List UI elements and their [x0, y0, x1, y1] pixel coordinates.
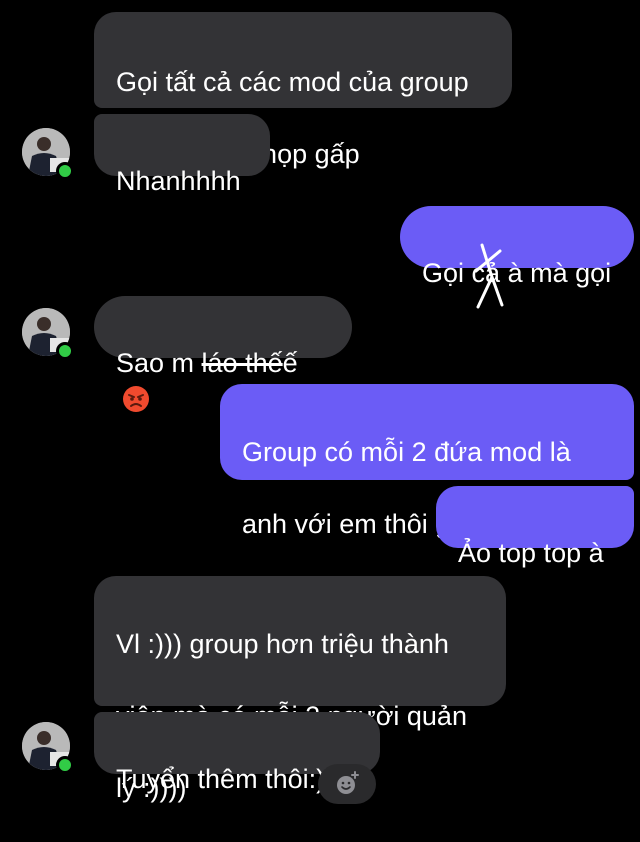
- message-text-line: Gọi tất cả các mod của group: [116, 67, 469, 97]
- sender-avatar[interactable]: [22, 128, 74, 180]
- message-incoming-1[interactable]: Gọi tất cả các mod của group BTDDL vào h…: [94, 12, 512, 169]
- message-text: Nhanhhhh: [116, 166, 241, 196]
- sender-avatar[interactable]: [22, 308, 74, 360]
- message-outgoing-3[interactable]: Ảo top top à: [436, 486, 634, 568]
- online-status-dot: [56, 162, 74, 180]
- message-text-part: à mà gọi: [500, 258, 612, 288]
- message-text: Tuyển thêm thôi:))): [116, 764, 344, 794]
- message-outgoing-2[interactable]: Group có mỗi 2 đứa mod là anh với em thô…: [220, 384, 634, 539]
- online-status-dot: [56, 342, 74, 360]
- message-incoming-2[interactable]: Nhanhhhh: [94, 114, 270, 196]
- message-text-line: Group có mỗi 2 đứa mod là: [242, 437, 571, 467]
- message-text: Ảo top top à: [458, 538, 604, 568]
- sender-avatar[interactable]: [22, 722, 74, 774]
- message-outgoing-1[interactable]: Gọi cả à mà gọi: [400, 206, 634, 309]
- message-text-part: Gọi: [422, 258, 472, 288]
- message-text-part: Sao m: [116, 348, 202, 378]
- add-reaction-button[interactable]: [318, 764, 376, 804]
- scribbled-word: cả: [472, 243, 504, 309]
- message-text-part: ế: [282, 348, 298, 378]
- add-reaction-icon: [337, 771, 359, 794]
- struck-text: láo thế: [201, 348, 283, 378]
- message-incoming-3[interactable]: Sao m láo thếế: [94, 296, 352, 412]
- scribble-mark: [474, 243, 504, 309]
- online-status-dot: [56, 756, 74, 774]
- message-text-line: Vl :))) group hơn triệu thành: [116, 629, 449, 659]
- angry-face-emoji-icon: [123, 386, 149, 412]
- message-incoming-4[interactable]: Vl :))) group hơn triệu thành viên mà có…: [94, 576, 506, 803]
